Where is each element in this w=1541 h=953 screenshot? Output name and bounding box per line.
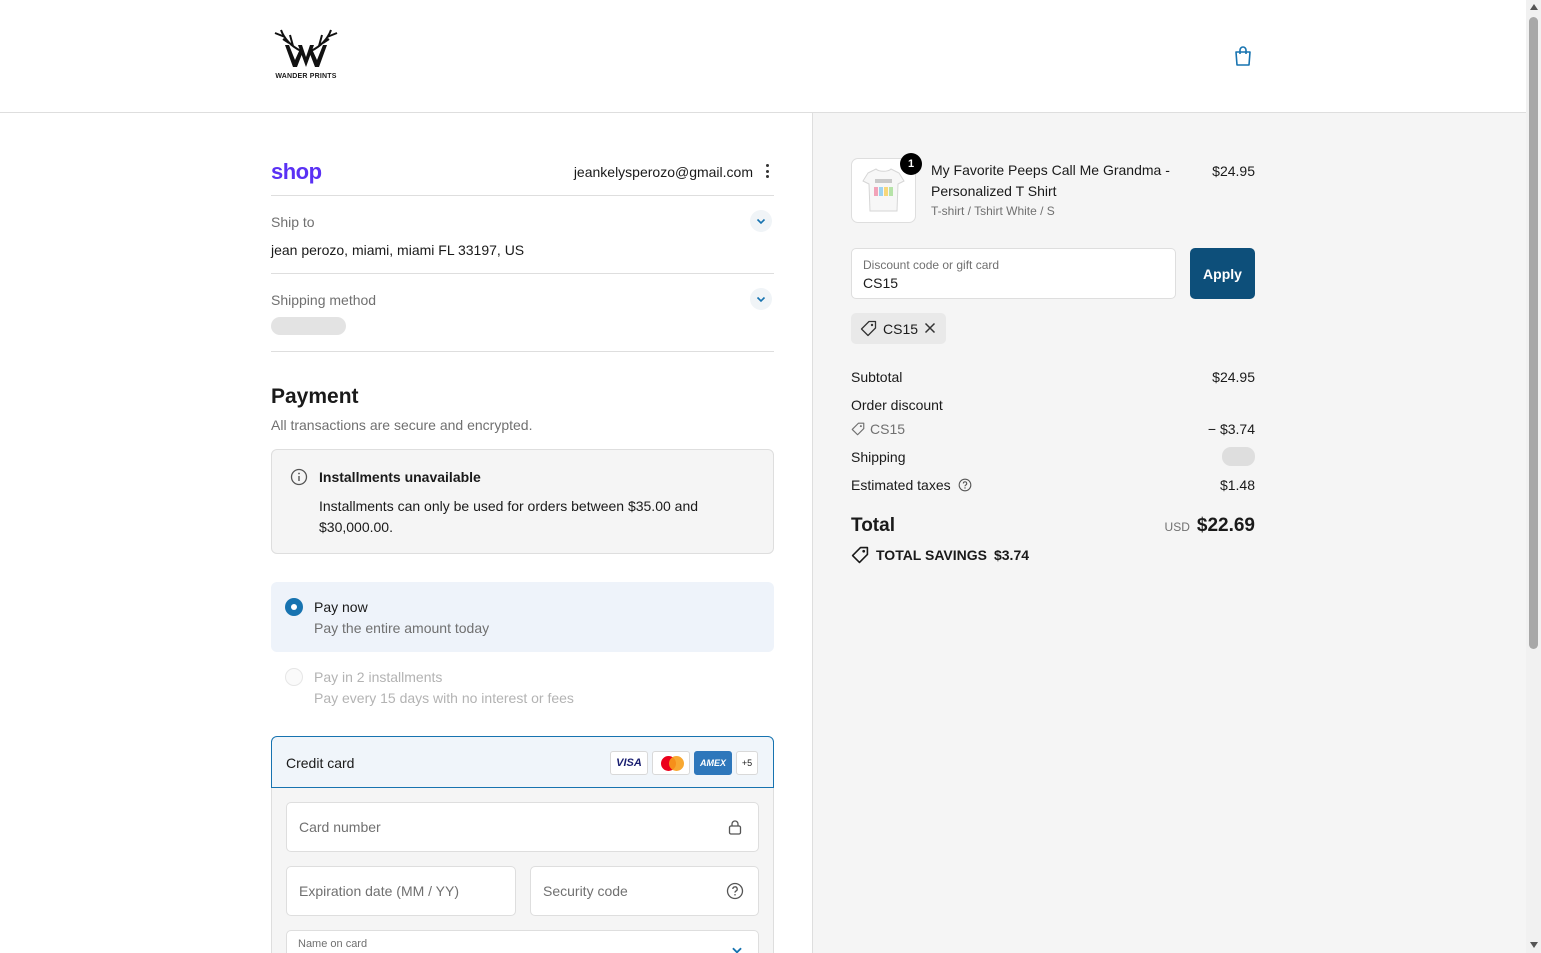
option-title: Pay now bbox=[314, 599, 368, 615]
shipping-method-loading bbox=[271, 317, 346, 335]
product-variant: T-shirt / Tshirt White / S bbox=[931, 204, 1055, 218]
tag-icon bbox=[860, 320, 877, 337]
option-subtitle: Pay the entire amount today bbox=[314, 620, 490, 636]
product-name: My Favorite Peeps Call Me Grandma - Pers… bbox=[931, 162, 1170, 199]
applied-code: CS15 bbox=[883, 321, 919, 337]
divider bbox=[271, 273, 774, 274]
tag-icon bbox=[851, 546, 869, 564]
logo-text: WANDER PRINTS bbox=[275, 73, 337, 80]
option-subtitle: Pay every 15 days with no interest or fe… bbox=[314, 690, 574, 706]
ship-to-label: Ship to bbox=[271, 214, 315, 230]
discount-label: Discount code or gift card bbox=[863, 258, 1000, 272]
ship-to-address: jean perozo, miami, miami FL 33197, US bbox=[271, 242, 525, 258]
notice-title: Installments unavailable bbox=[319, 469, 481, 485]
scroll-down-arrow-icon[interactable] bbox=[1529, 942, 1538, 948]
site-header: WANDER PRINTS bbox=[0, 0, 1526, 113]
card-number-placeholder: Card number bbox=[299, 819, 381, 835]
discount-code-detail: CS15 bbox=[851, 421, 905, 437]
total-value: $22.69 bbox=[1196, 515, 1255, 536]
taxes-value: $1.48 bbox=[1219, 477, 1255, 493]
total-amount-group: USD $22.69 bbox=[1165, 515, 1255, 537]
antler-logo-icon bbox=[274, 29, 338, 67]
savings-label: TOTAL SAVINGS bbox=[876, 547, 987, 563]
lock-icon bbox=[728, 820, 742, 835]
taxes-label: Estimated taxes bbox=[851, 477, 951, 493]
payment-title: Payment bbox=[271, 385, 359, 408]
info-icon bbox=[290, 468, 308, 486]
scroll-thumb[interactable] bbox=[1529, 17, 1538, 649]
shipping-method-expand-button[interactable] bbox=[750, 288, 772, 310]
pay-installments-option[interactable]: Pay in 2 installments Pay every 15 days … bbox=[271, 652, 774, 722]
credit-card-label: Credit card bbox=[286, 755, 355, 771]
shopping-bag-icon[interactable] bbox=[1231, 44, 1255, 68]
discount-value: CS15 bbox=[863, 275, 899, 291]
more-options-icon[interactable] bbox=[764, 163, 770, 179]
order-discount-label: Order discount bbox=[851, 397, 943, 413]
amex-icon: AMEX bbox=[694, 751, 732, 775]
notice-body: Installments can only be used for orders… bbox=[319, 498, 699, 535]
product-price: $24.95 bbox=[1212, 163, 1255, 179]
apply-button[interactable]: Apply bbox=[1190, 248, 1255, 299]
applied-discount-chip: CS15 bbox=[851, 313, 946, 344]
chevron-down-icon bbox=[732, 947, 742, 953]
help-circle-icon[interactable] bbox=[958, 478, 972, 492]
mastercard-icon bbox=[652, 751, 690, 775]
divider bbox=[271, 351, 774, 352]
option-title: Pay in 2 installments bbox=[314, 669, 443, 685]
pay-now-radio[interactable] bbox=[285, 598, 303, 616]
installments-notice: Installments unavailable Installments ca… bbox=[271, 449, 774, 554]
name-on-card-label: Name on card bbox=[298, 938, 368, 950]
divider bbox=[271, 195, 774, 196]
expiry-placeholder: Expiration date (MM / YY) bbox=[299, 883, 460, 899]
quantity-badge: 1 bbox=[900, 153, 922, 175]
security-code-input[interactable]: Security code bbox=[530, 866, 759, 916]
help-circle-icon[interactable] bbox=[726, 882, 744, 900]
taxes-label-group: Estimated taxes bbox=[851, 477, 972, 493]
discount-amount: − $3.74 bbox=[1207, 421, 1255, 437]
account-email: jeankelysperozo@gmail.com bbox=[573, 164, 753, 180]
shipping-method-label: Shipping method bbox=[271, 292, 377, 308]
security-placeholder: Security code bbox=[543, 883, 628, 899]
shop-pay-logo: shop bbox=[271, 159, 322, 184]
total-label: Total bbox=[851, 515, 895, 536]
subtotal-label: Subtotal bbox=[851, 369, 903, 385]
subtotal-value: $24.95 bbox=[1212, 369, 1255, 385]
visa-icon: VISA bbox=[610, 751, 648, 775]
discount-code-input[interactable]: Discount code or gift card CS15 bbox=[851, 248, 1176, 299]
pay-now-option[interactable]: Pay now Pay the entire amount today bbox=[271, 582, 774, 652]
page-scrollbar[interactable] bbox=[1526, 0, 1541, 953]
savings-value: $3.74 bbox=[993, 547, 1030, 563]
ship-to-expand-button[interactable] bbox=[750, 210, 772, 232]
shipping-label: Shipping bbox=[851, 449, 906, 465]
tag-icon bbox=[851, 422, 865, 436]
name-on-card-select[interactable]: Name on card bbox=[286, 930, 759, 953]
card-brands: VISA AMEX +5 bbox=[610, 751, 758, 775]
total-savings: TOTAL SAVINGS $3.74 bbox=[851, 546, 1029, 564]
remove-discount-icon[interactable] bbox=[923, 321, 937, 335]
store-logo[interactable]: WANDER PRINTS bbox=[271, 27, 341, 85]
card-number-input[interactable]: Card number bbox=[286, 802, 759, 852]
chevron-down-icon bbox=[756, 296, 766, 303]
credit-card-form: Card number Expiration date (MM / YY) Se… bbox=[271, 788, 774, 953]
payment-subtitle: All transactions are secure and encrypte… bbox=[271, 417, 533, 433]
chevron-down-icon bbox=[756, 218, 766, 225]
discount-code-text: CS15 bbox=[870, 421, 906, 437]
currency-code: USD bbox=[1164, 520, 1190, 534]
more-brands-badge: +5 bbox=[736, 751, 758, 775]
credit-card-option[interactable]: Credit card VISA AMEX +5 bbox=[271, 736, 774, 788]
pay-installments-radio[interactable] bbox=[285, 668, 303, 686]
expiration-date-input[interactable]: Expiration date (MM / YY) bbox=[286, 866, 516, 916]
shipping-loading bbox=[1222, 447, 1255, 466]
scroll-up-arrow-icon[interactable] bbox=[1529, 4, 1538, 10]
